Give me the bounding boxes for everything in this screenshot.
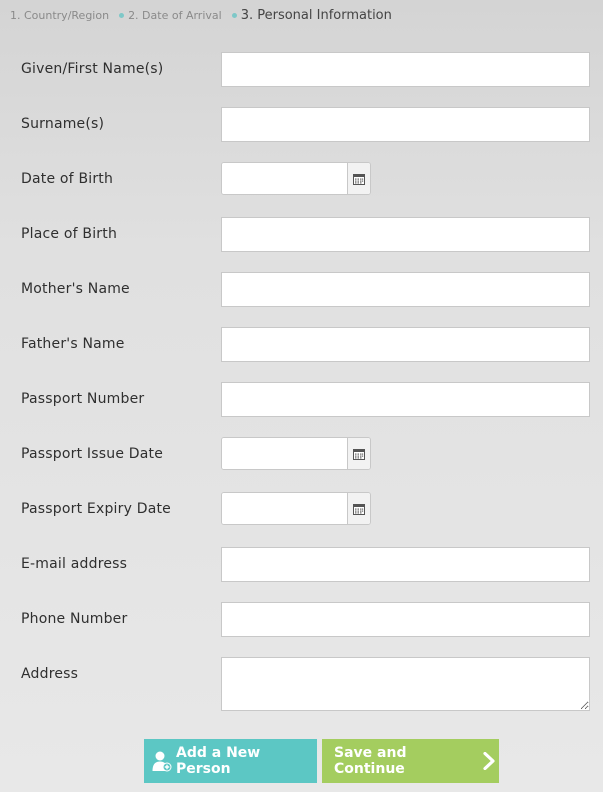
- step-label: 2. Date of Arrival: [128, 8, 222, 22]
- phone-label: Phone Number: [21, 611, 128, 627]
- chevron-right-icon: [483, 752, 495, 770]
- add-person-icon: [152, 750, 172, 772]
- calendar-icon: [353, 448, 365, 460]
- email-input[interactable]: [221, 547, 590, 582]
- given-name-label: Given/First Name(s): [21, 61, 164, 77]
- date-of-birth-input[interactable]: [222, 163, 347, 194]
- add-new-person-button[interactable]: Add a New Person: [144, 739, 317, 783]
- step-date-of-arrival[interactable]: 2. Date of Arrival: [128, 9, 222, 22]
- calendar-button[interactable]: [347, 493, 370, 524]
- passport-issue-date-label: Passport Issue Date: [21, 446, 164, 462]
- fathers-name-label: Father's Name: [21, 336, 125, 352]
- calendar-button[interactable]: [347, 438, 370, 469]
- surname-input[interactable]: [221, 107, 590, 142]
- calendar-icon: [353, 503, 365, 515]
- save-and-continue-label: Save and Continue: [334, 745, 407, 777]
- passport-expiry-date-input[interactable]: [222, 493, 347, 524]
- add-new-person-label: Add a New Person: [176, 745, 261, 777]
- calendar-icon: [353, 173, 365, 185]
- fathers-name-input[interactable]: [221, 327, 590, 362]
- place-of-birth-label: Place of Birth: [21, 226, 118, 242]
- phone-input[interactable]: [221, 602, 590, 637]
- date-of-birth-picker: [221, 162, 371, 195]
- passport-expiry-date-picker: [221, 492, 371, 525]
- mothers-name-label: Mother's Name: [21, 281, 130, 297]
- surname-label: Surname(s): [21, 116, 105, 132]
- place-of-birth-input[interactable]: [221, 217, 590, 252]
- address-label: Address: [21, 666, 79, 682]
- passport-expiry-date-label: Passport Expiry Date: [21, 501, 171, 517]
- passport-number-input[interactable]: [221, 382, 590, 417]
- step-label: 1. Country/Region: [10, 8, 110, 22]
- passport-number-label: Passport Number: [21, 391, 145, 407]
- step-label: 3. Personal Information: [240, 7, 392, 23]
- address-textarea[interactable]: [221, 657, 590, 711]
- step-dot-icon: [231, 12, 237, 18]
- save-and-continue-button[interactable]: Save and Continue: [322, 739, 499, 783]
- passport-issue-date-picker: [221, 437, 371, 470]
- step-personal-information: 3. Personal Information: [241, 8, 392, 23]
- given-name-input[interactable]: [221, 52, 590, 87]
- mothers-name-input[interactable]: [221, 272, 590, 307]
- step-breadcrumb: 1. Country/Region 2. Date of Arrival 3. …: [10, 6, 392, 24]
- email-label: E-mail address: [21, 556, 128, 572]
- passport-issue-date-input[interactable]: [222, 438, 347, 469]
- step-dot-icon: [119, 12, 125, 18]
- step-country-region[interactable]: 1. Country/Region: [10, 9, 109, 22]
- date-of-birth-label: Date of Birth: [21, 171, 114, 187]
- calendar-button[interactable]: [347, 163, 370, 194]
